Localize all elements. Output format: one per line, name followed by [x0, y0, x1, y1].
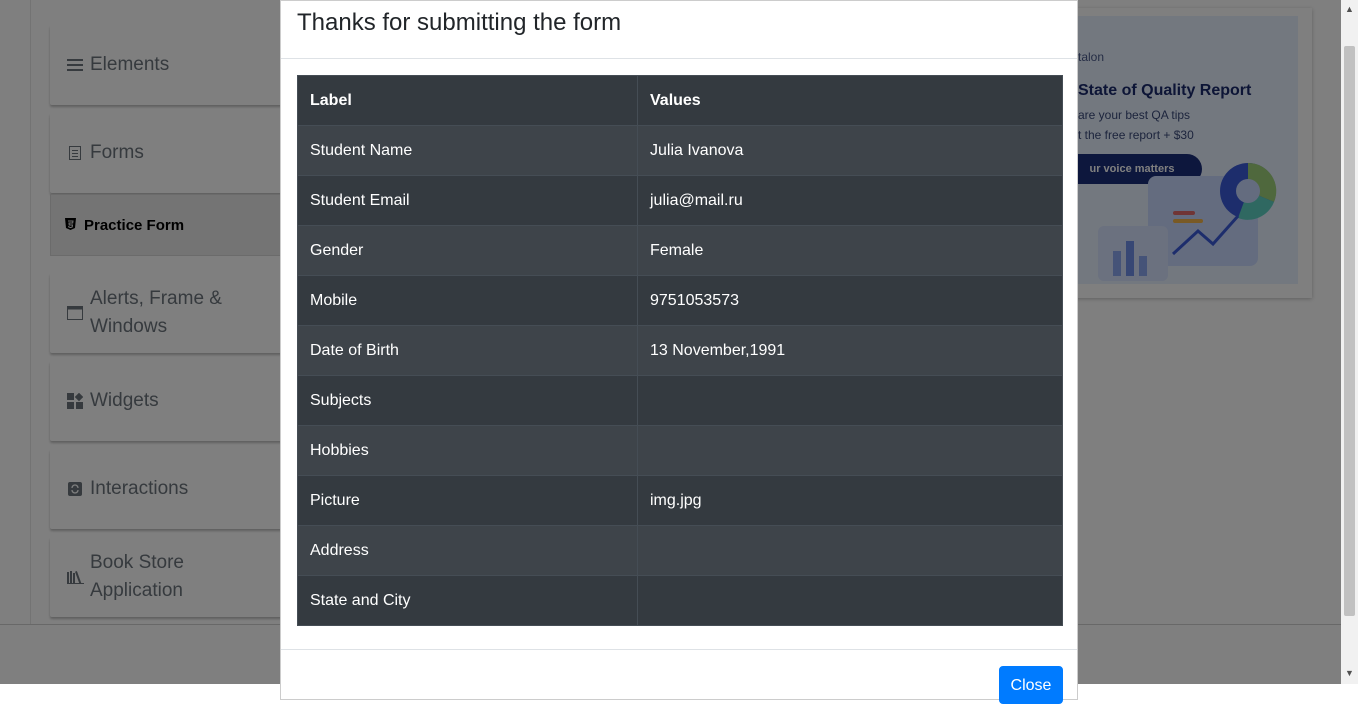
close-button[interactable]: Close: [999, 666, 1063, 704]
scrollbar-thumb[interactable]: [1344, 46, 1355, 616]
row-value: 9751053573: [637, 275, 1063, 326]
row-label: Date of Birth: [297, 325, 638, 376]
row-label: Hobbies: [297, 425, 638, 476]
table-row: Gender Female: [297, 225, 1063, 276]
results-table: Label Values Student Name Julia Ivanova …: [297, 75, 1063, 626]
row-value: 13 November,1991: [637, 325, 1063, 376]
row-label: Subjects: [297, 375, 638, 426]
submission-modal: Thanks for submitting the form Label Val…: [280, 0, 1078, 704]
row-label: State and City: [297, 575, 638, 626]
table-row: Student Name Julia Ivanova: [297, 125, 1063, 176]
row-label: Address: [297, 525, 638, 576]
table-row: Date of Birth 13 November,1991: [297, 325, 1063, 376]
table-row: Hobbies: [297, 425, 1063, 476]
table-row: Address: [297, 525, 1063, 576]
modal-footer: Close: [281, 649, 1077, 704]
table-row: Picture img.jpg: [297, 475, 1063, 526]
table-header-row: Label Values: [297, 75, 1063, 126]
column-header-values: Values: [637, 75, 1063, 126]
modal-body: Label Values Student Name Julia Ivanova …: [281, 59, 1077, 626]
table-row: Mobile 9751053573: [297, 275, 1063, 326]
row-value: Julia Ivanova: [637, 125, 1063, 176]
row-label: Student Email: [297, 175, 638, 226]
row-value: img.jpg: [637, 475, 1063, 526]
row-label: Gender: [297, 225, 638, 276]
table-row: State and City: [297, 575, 1063, 626]
row-value: julia@mail.ru: [637, 175, 1063, 226]
modal-header: Thanks for submitting the form: [281, 1, 1077, 59]
scroll-down-arrow-icon[interactable]: ▼: [1345, 668, 1354, 678]
row-label: Student Name: [297, 125, 638, 176]
column-header-label: Label: [297, 75, 638, 126]
table-row: Student Email julia@mail.ru: [297, 175, 1063, 226]
row-label: Picture: [297, 475, 638, 526]
row-value: [637, 525, 1063, 576]
row-value: [637, 575, 1063, 626]
row-label: Mobile: [297, 275, 638, 326]
row-value: [637, 375, 1063, 426]
row-value: [637, 425, 1063, 476]
modal-title: Thanks for submitting the form: [297, 8, 622, 36]
table-row: Subjects: [297, 375, 1063, 426]
vertical-scrollbar[interactable]: ▲ ▼: [1341, 0, 1358, 684]
scroll-up-arrow-icon[interactable]: ▲: [1345, 4, 1354, 14]
row-value: Female: [637, 225, 1063, 276]
